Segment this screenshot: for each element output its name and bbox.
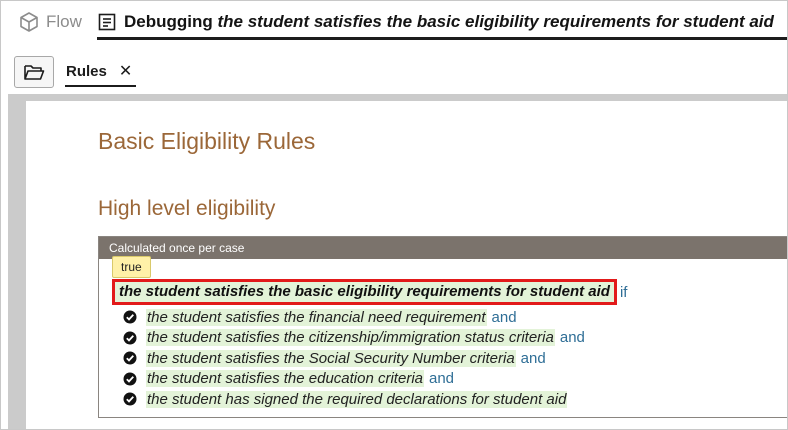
tab-flow-label: Flow bbox=[46, 12, 82, 31]
debug-rule-name: the student satisfies the basic eligibil… bbox=[217, 12, 774, 31]
conjunction: and bbox=[559, 329, 585, 347]
cube-icon bbox=[20, 12, 38, 32]
tab-flow[interactable]: Flow bbox=[18, 10, 82, 34]
section-title: High level eligibility bbox=[98, 197, 276, 220]
rule-header: Calculated once per case bbox=[99, 237, 787, 259]
conjunction: and bbox=[520, 349, 546, 367]
condition-text: the student satisfies the citizenship/im… bbox=[146, 329, 555, 347]
if-keyword: if bbox=[619, 283, 628, 301]
condition-item[interactable]: the student satisfies the citizenship/im… bbox=[123, 328, 787, 349]
condition-text: the student satisfies the Social Securit… bbox=[146, 349, 516, 367]
conjunction: and bbox=[429, 370, 455, 388]
tab-debugging[interactable]: Debugging the student satisfies the basi… bbox=[97, 7, 787, 40]
check-circle-icon bbox=[123, 392, 137, 406]
app-window: Flow Debugging the student satisfies the… bbox=[0, 0, 788, 430]
tab-rules-label: Rules bbox=[66, 62, 107, 80]
conclusion-row: the student satisfies the basic eligibil… bbox=[112, 278, 787, 306]
page-title: Basic Eligibility Rules bbox=[98, 128, 316, 154]
rule-document: Basic Eligibility Rules High level eligi… bbox=[26, 101, 787, 429]
close-icon[interactable]: ✕ bbox=[119, 61, 132, 81]
check-circle-icon bbox=[123, 310, 137, 324]
debug-tab-title: Debugging the student satisfies the basi… bbox=[124, 12, 774, 32]
debug-prefix: Debugging bbox=[124, 12, 213, 31]
value-tooltip: true bbox=[112, 256, 151, 278]
condition-item[interactable]: the student satisfies the Social Securit… bbox=[123, 348, 787, 369]
check-circle-icon bbox=[123, 331, 137, 345]
condition-list: the student satisfies the financial need… bbox=[123, 307, 787, 410]
condition-text: the student satisfies the education crit… bbox=[146, 370, 424, 388]
condition-item[interactable]: the student satisfies the education crit… bbox=[123, 369, 787, 390]
open-folder-button[interactable] bbox=[14, 56, 54, 88]
check-circle-icon bbox=[123, 372, 137, 386]
condition-text: the student has signed the required decl… bbox=[146, 390, 568, 408]
condition-item[interactable]: the student has signed the required decl… bbox=[123, 389, 787, 410]
title-bar: Flow Debugging the student satisfies the… bbox=[1, 1, 787, 41]
rule-table: Calculated once per case the student sat… bbox=[98, 236, 787, 418]
document-icon bbox=[98, 13, 116, 31]
condition-text: the student satisfies the financial need… bbox=[146, 308, 487, 326]
folder-open-icon bbox=[24, 65, 45, 80]
check-circle-icon bbox=[123, 351, 137, 365]
document-area: Basic Eligibility Rules High level eligi… bbox=[8, 94, 787, 429]
conjunction: and bbox=[491, 308, 517, 326]
tab-rules[interactable]: Rules ✕ bbox=[65, 57, 136, 87]
conclusion-attribute[interactable]: the student satisfies the basic eligibil… bbox=[112, 279, 617, 305]
condition-item[interactable]: the student satisfies the financial need… bbox=[123, 307, 787, 328]
